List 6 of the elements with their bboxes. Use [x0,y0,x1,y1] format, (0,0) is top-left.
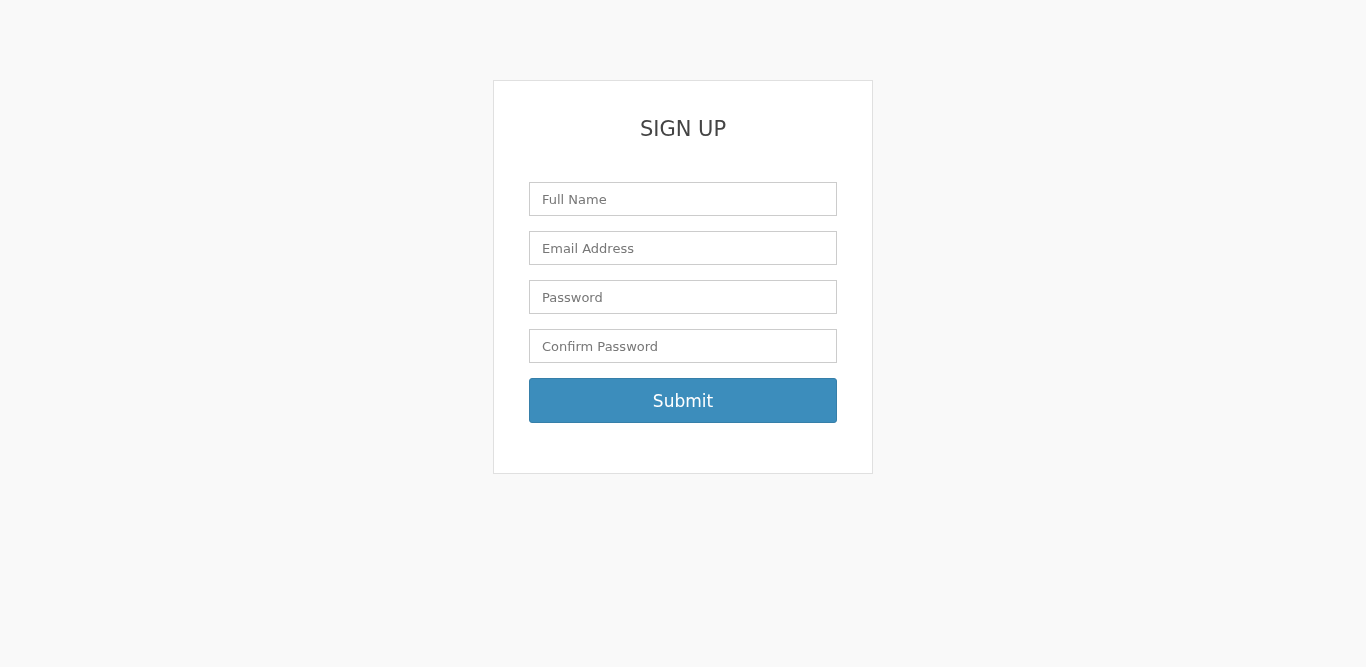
form-title: SIGN UP [638,116,728,143]
input-field[interactable]: Confirm Password [529,329,837,363]
input-field[interactable]: Password [529,280,837,314]
input-field[interactable]: Email Address [529,231,837,265]
input-field[interactable]: Full Name [529,182,837,216]
submit-button[interactable]: Submit [529,378,837,423]
